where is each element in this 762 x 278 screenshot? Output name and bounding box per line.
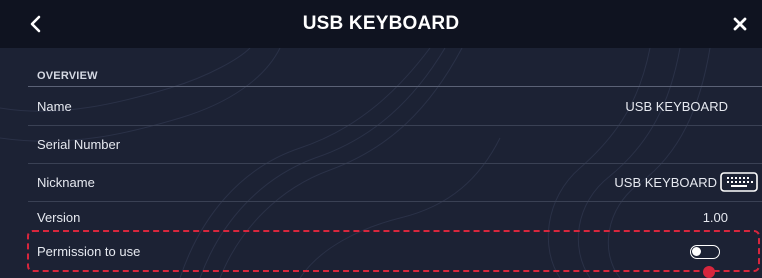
close-button[interactable] [718, 0, 762, 48]
title-bar: USB KEYBOARD [0, 0, 762, 48]
page-title: USB KEYBOARD [302, 13, 460, 34]
section-label-overview: OVERVIEW [37, 70, 98, 82]
row-label: Serial Number [37, 136, 121, 152]
close-icon [733, 17, 747, 31]
row-label: Nickname [37, 174, 95, 190]
row-value: USB KEYBOARD [614, 174, 717, 190]
row-nickname[interactable]: Nickname USB KEYBOARD [28, 163, 762, 201]
row-value: USB KEYBOARD [625, 98, 728, 114]
highlight-box [27, 230, 760, 272]
pointer-marker [703, 266, 715, 278]
row-name: Name USB KEYBOARD [28, 87, 762, 125]
row-serial-number: Serial Number [28, 125, 762, 163]
keyboard-icon[interactable] [720, 172, 758, 192]
row-label: Name [37, 98, 72, 114]
